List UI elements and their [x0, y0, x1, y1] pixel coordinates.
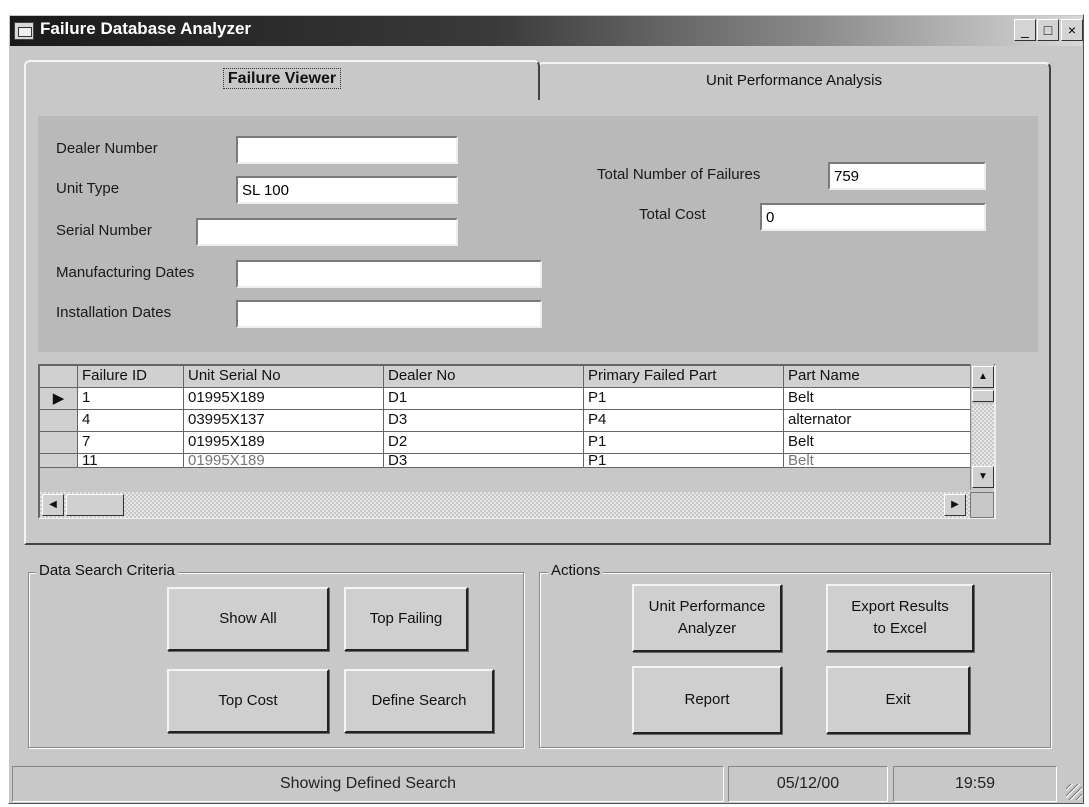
table-cell[interactable]: D1 — [384, 388, 584, 410]
column-header-failure-id[interactable]: Failure ID — [78, 366, 184, 388]
table-cell[interactable]: D3 — [384, 410, 584, 432]
total-failures-label: Total Number of Failures — [597, 166, 761, 183]
table-cell[interactable]: P1 — [584, 454, 784, 468]
total-cost-field[interactable] — [760, 203, 986, 231]
installation-dates-label: Installation Dates — [56, 304, 172, 321]
table-cell[interactable]: 4 — [78, 410, 184, 432]
dealer-number-field[interactable] — [236, 136, 458, 164]
table-cell[interactable]: Belt — [784, 388, 974, 410]
top-failing-button[interactable]: Top Failing — [344, 587, 468, 651]
unit-type-field[interactable] — [236, 176, 458, 204]
table-cell[interactable]: 11 — [78, 454, 184, 468]
close-button[interactable]: × — [1061, 19, 1083, 41]
table-cell[interactable]: Belt — [784, 454, 974, 468]
table-cell[interactable]: D2 — [384, 432, 584, 454]
actions-title: Actions — [548, 562, 604, 579]
vertical-scroll-thumb[interactable] — [972, 390, 994, 402]
manufacturing-dates-label: Manufacturing Dates — [56, 264, 195, 281]
minimize-button[interactable]: _ — [1014, 19, 1036, 41]
horizontal-scroll-thumb[interactable] — [66, 494, 124, 516]
row-selector[interactable] — [40, 410, 78, 432]
table-cell[interactable]: alternator — [784, 410, 974, 432]
manufacturing-dates-field[interactable] — [236, 260, 542, 288]
table-cell[interactable]: 01995X189 — [184, 432, 384, 454]
tab-label: Failure Viewer — [222, 68, 342, 89]
status-message: Showing Defined Search — [12, 766, 724, 802]
scrollbar-corner — [970, 492, 994, 518]
serial-number-field[interactable] — [196, 218, 458, 246]
total-failures-field[interactable] — [828, 162, 986, 190]
tab-label: Unit Performance Analysis — [706, 72, 882, 89]
export-to-excel-button[interactable]: Export Results to Excel — [826, 584, 974, 652]
window-title: Failure Database Analyzer — [40, 19, 252, 38]
status-date: 05/12/00 — [728, 766, 888, 802]
table-cell[interactable]: P1 — [584, 432, 784, 454]
app-icon[interactable] — [14, 22, 34, 40]
row-selector-current[interactable]: ▶ — [40, 388, 78, 410]
exit-button[interactable]: Exit — [826, 666, 970, 734]
column-header-part-name[interactable]: Part Name — [784, 366, 974, 388]
maximize-button[interactable]: □ — [1037, 19, 1059, 41]
serial-number-label: Serial Number — [56, 222, 152, 239]
scroll-right-arrow-icon[interactable]: ▶ — [944, 494, 966, 516]
column-header-primary-failed-part[interactable]: Primary Failed Part — [584, 366, 784, 388]
table-cell[interactable]: 03995X137 — [184, 410, 384, 432]
table-cell[interactable]: 01995X189 — [184, 388, 384, 410]
table-cell[interactable]: 7 — [78, 432, 184, 454]
unit-performance-analyzer-button[interactable]: Unit Performance Analyzer — [632, 584, 782, 652]
row-selector[interactable] — [40, 454, 78, 468]
define-search-button[interactable]: Define Search — [344, 669, 494, 733]
scroll-down-arrow-icon[interactable]: ▼ — [972, 466, 994, 488]
horizontal-scrollbar[interactable]: ◀ ▶ — [40, 492, 970, 518]
table-cell[interactable]: 1 — [78, 388, 184, 410]
column-header-dealer-no[interactable]: Dealer No — [384, 366, 584, 388]
installation-dates-field[interactable] — [236, 300, 542, 328]
column-header-unit-serial-no[interactable]: Unit Serial No — [184, 366, 384, 388]
resize-grip-icon[interactable] — [1066, 784, 1082, 800]
table-cell[interactable]: Belt — [784, 432, 974, 454]
tab-unit-performance-analysis[interactable]: Unit Performance Analysis — [537, 62, 1051, 100]
table-cell[interactable]: D3 — [384, 454, 584, 468]
report-button[interactable]: Report — [632, 666, 782, 734]
row-selector[interactable] — [40, 432, 78, 454]
table-cell[interactable]: 01995X189 — [184, 454, 384, 468]
table-cell[interactable]: P1 — [584, 388, 784, 410]
tab-failure-viewer[interactable]: Failure Viewer — [24, 60, 540, 100]
unit-type-label: Unit Type — [56, 180, 120, 197]
data-search-criteria-title: Data Search Criteria — [36, 562, 178, 579]
row-selector-header — [40, 366, 78, 388]
status-time: 19:59 — [893, 766, 1057, 802]
scroll-left-arrow-icon[interactable]: ◀ — [42, 494, 64, 516]
dealer-number-label: Dealer Number — [56, 140, 158, 157]
total-cost-label: Total Cost — [639, 206, 706, 223]
top-cost-button[interactable]: Top Cost — [167, 669, 329, 733]
show-all-button[interactable]: Show All — [167, 587, 329, 651]
vertical-scrollbar[interactable]: ▲ ▼ — [970, 364, 994, 490]
scroll-up-arrow-icon[interactable]: ▲ — [972, 366, 994, 388]
table-cell[interactable]: P4 — [584, 410, 784, 432]
vertical-scroll-track[interactable] — [972, 404, 994, 466]
actions-group — [539, 572, 1051, 748]
